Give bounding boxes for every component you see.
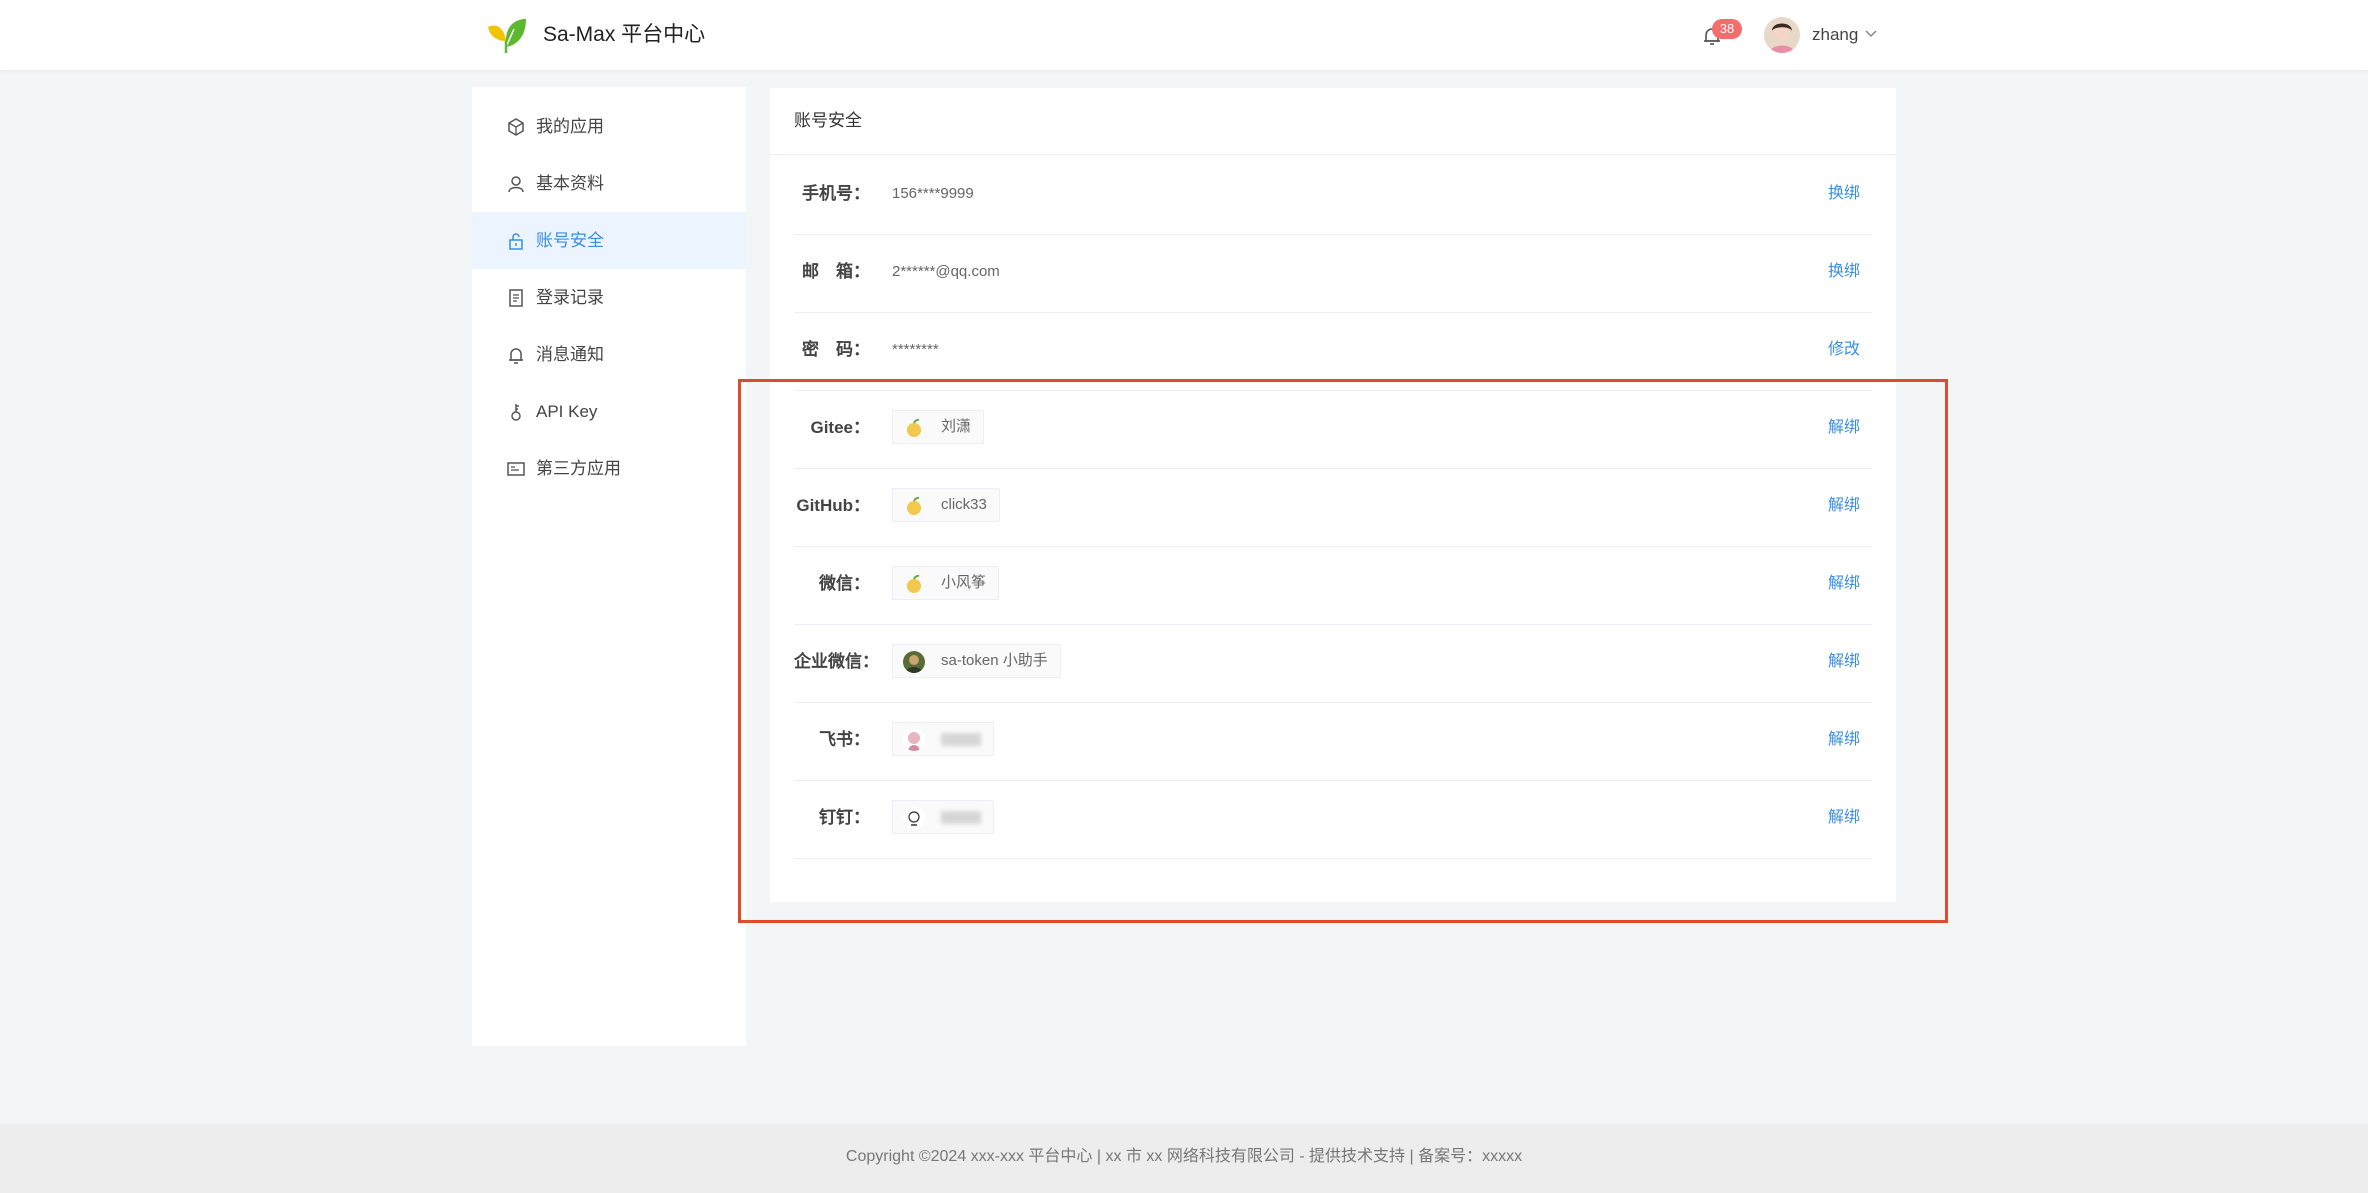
unbind-wecom-link[interactable]: 解绑 xyxy=(1828,652,1860,672)
sidebar-item-label: 我的应用 xyxy=(536,117,604,136)
change-password-link[interactable]: 修改 xyxy=(1828,340,1860,360)
phone-row: 手机号： 156****9999 换绑 xyxy=(794,156,1872,235)
sidebar-item-notifications[interactable]: 消息通知 xyxy=(472,326,746,383)
app-cube-icon xyxy=(508,118,524,136)
sidebar-item-label: 账号安全 xyxy=(536,231,604,250)
dingtalk-account-chip xyxy=(892,800,994,834)
account-name: sa-token 小助手 xyxy=(941,652,1048,669)
row-label: 企业微信： xyxy=(794,652,879,671)
unbind-wechat-link[interactable]: 解绑 xyxy=(1828,574,1860,594)
top-header: Sa-Max 平台中心 38 zhang xyxy=(0,0,2368,70)
photo-avatar-icon xyxy=(903,651,925,673)
leaf-logo-icon xyxy=(488,19,526,53)
divider xyxy=(770,154,1896,155)
key-icon xyxy=(511,404,521,421)
sidebar: 我的应用 基本资料 账号安全 登录记录 消息通知 API Key 第三方应用 xyxy=(472,87,746,1046)
sidebar-item-label: 登录记录 xyxy=(536,288,604,307)
sidebar-item-login-records[interactable]: 登录记录 xyxy=(472,269,746,326)
lemon-avatar-icon xyxy=(907,496,921,515)
unbind-gitee-link[interactable]: 解绑 xyxy=(1828,418,1860,438)
notification-count-badge: 38 xyxy=(1712,19,1742,39)
feishu-row: 飞书： 解绑 xyxy=(794,702,1872,781)
sidebar-item-third-party-apps[interactable]: 第三方应用 xyxy=(472,440,746,497)
gitee-row: Gitee： 刘潇 解绑 xyxy=(794,390,1872,469)
row-label: 邮 箱： xyxy=(802,262,870,281)
avatar xyxy=(903,495,925,517)
unbind-github-link[interactable]: 解绑 xyxy=(1828,496,1860,516)
avatar xyxy=(903,729,925,751)
sidebar-item-label: 第三方应用 xyxy=(536,459,621,478)
sidebar-item-my-apps[interactable]: 我的应用 xyxy=(472,98,746,155)
feishu-account-chip xyxy=(892,722,994,756)
chevron-down-icon[interactable] xyxy=(1864,27,1878,41)
unbind-feishu-link[interactable]: 解绑 xyxy=(1828,730,1860,750)
lock-icon xyxy=(509,233,523,250)
footer: Copyright ©2024 xxx-xxx 平台中心 | xx 市 xx 网… xyxy=(0,1124,2368,1193)
username[interactable]: zhang xyxy=(1812,24,1858,46)
blurred-name xyxy=(941,810,981,824)
gitee-account-chip: 刘潇 xyxy=(892,410,985,444)
copyright-text: Copyright ©2024 xxx-xxx 平台中心 | xx 市 xx 网… xyxy=(845,1148,1523,1165)
row-label: 手机号： xyxy=(802,184,870,203)
card-icon xyxy=(507,462,525,476)
avatar xyxy=(903,651,925,673)
sidebar-item-account-security[interactable]: 账号安全 xyxy=(472,212,746,269)
anime-avatar-icon xyxy=(903,729,925,751)
row-label: 密 码： xyxy=(802,340,870,359)
panel-title: 账号安全 xyxy=(794,111,862,130)
account-name: click33 xyxy=(941,496,987,513)
wechat-account-chip: 小风筝 xyxy=(892,566,1000,600)
account-name: 小风筝 xyxy=(941,574,987,591)
row-value: 156****9999 xyxy=(892,185,974,202)
avatar xyxy=(903,573,925,595)
email-row: 邮 箱： 2******@qq.com 换绑 xyxy=(794,234,1872,313)
account-name: 刘潇 xyxy=(941,418,972,435)
github-account-chip: click33 xyxy=(892,488,1000,522)
lemon-avatar-icon xyxy=(907,418,921,437)
wecom-row: 企业微信： sa-token 小助手 解绑 xyxy=(794,624,1872,703)
wechat-row: 微信： 小风筝 解绑 xyxy=(794,546,1872,625)
rebind-phone-link[interactable]: 换绑 xyxy=(1828,184,1860,204)
sidebar-item-label: API Key xyxy=(536,402,598,421)
row-value: 2******@qq.com xyxy=(892,263,1000,280)
avatar-image-icon xyxy=(1764,17,1800,53)
bell-icon xyxy=(509,348,523,364)
blurred-name xyxy=(941,732,981,746)
avatar xyxy=(903,807,925,829)
password-row: 密 码： ******** 修改 xyxy=(794,312,1872,391)
user-icon xyxy=(508,176,524,193)
row-value: ******** xyxy=(892,341,939,358)
sidebar-item-api-key[interactable]: API Key xyxy=(472,383,746,440)
unbind-dingtalk-link[interactable]: 解绑 xyxy=(1828,808,1860,828)
row-label: Gitee： xyxy=(810,418,870,437)
avatar xyxy=(903,417,925,439)
sidebar-item-profile[interactable]: 基本资料 xyxy=(472,155,746,212)
rebind-email-link[interactable]: 换绑 xyxy=(1828,262,1860,282)
sidebar-item-label: 消息通知 xyxy=(536,345,604,364)
user-avatar[interactable] xyxy=(1764,17,1800,53)
github-row: GitHub： click33 解绑 xyxy=(794,468,1872,547)
document-icon xyxy=(509,289,523,307)
row-label: GitHub： xyxy=(796,496,870,515)
lemon-avatar-icon xyxy=(907,574,921,593)
row-label: 飞书： xyxy=(819,730,870,749)
app-title[interactable]: Sa-Max 平台中心 xyxy=(543,22,705,48)
wecom-account-chip: sa-token 小助手 xyxy=(892,644,1061,678)
account-security-panel: 账号安全 手机号： 156****9999 换绑 邮 箱： 2******@qq… xyxy=(770,88,1896,902)
dingtalk-row: 钉钉： 解绑 xyxy=(794,780,1872,859)
row-label: 微信： xyxy=(819,574,870,593)
cartoon-avatar-icon xyxy=(903,807,925,829)
row-label: 钉钉： xyxy=(819,808,870,827)
sidebar-item-label: 基本资料 xyxy=(536,174,604,193)
